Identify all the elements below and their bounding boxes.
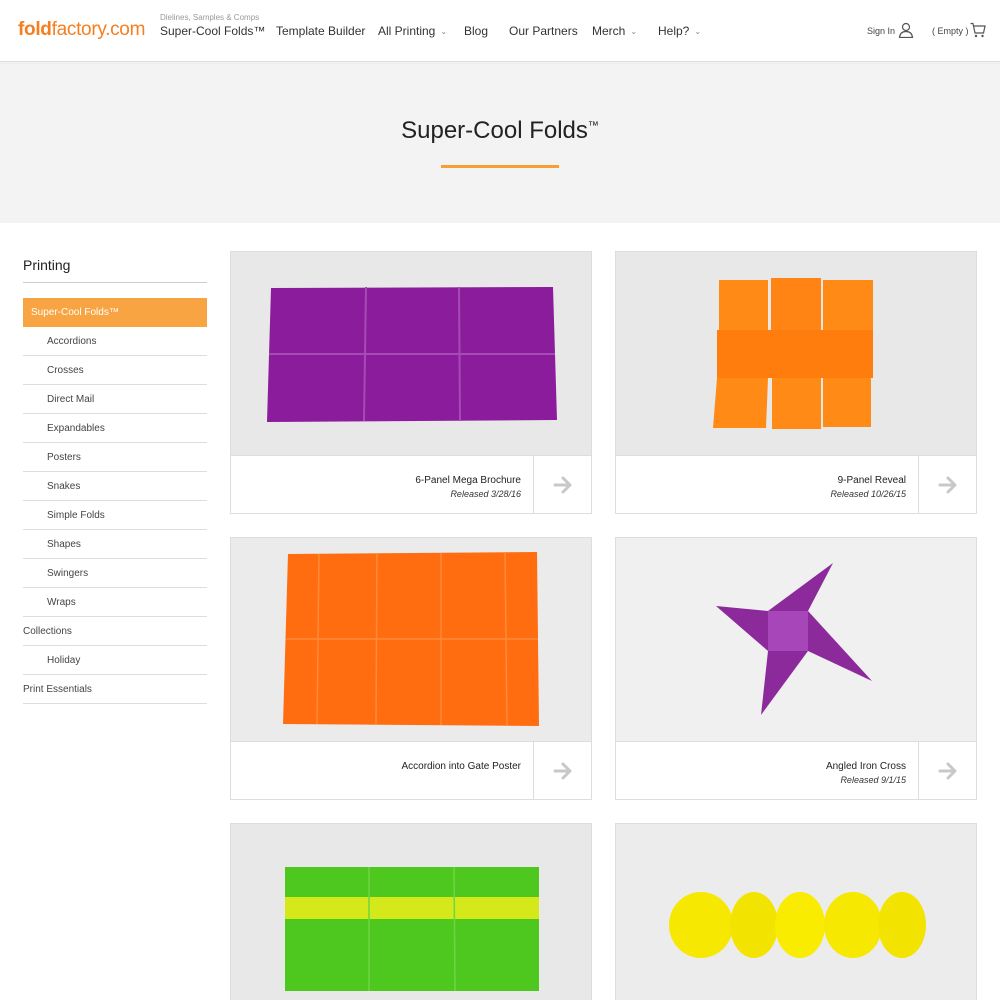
view-product-button[interactable]: [918, 455, 976, 513]
sidebar-item-label: Expandables: [47, 423, 105, 434]
sidebar-item-snakes[interactable]: Snakes: [23, 472, 207, 501]
view-product-button[interactable]: [918, 741, 976, 799]
cart-status[interactable]: ( Empty ): [932, 26, 969, 36]
arrow-right-icon: [553, 762, 572, 780]
view-product-button[interactable]: [533, 455, 591, 513]
sidebar-item-label: Snakes: [47, 481, 81, 492]
sidebar-item-label: Holiday: [47, 655, 81, 666]
green-fold-image: [231, 824, 591, 1000]
chevron-down-icon: ⌄: [694, 27, 702, 36]
product-title[interactable]: 6-Panel Mega Brochure: [415, 475, 521, 486]
nav-all-printing[interactable]: All Printing ⌄: [378, 24, 447, 38]
product-caption: Angled Iron Cross Released 9/1/15: [616, 741, 918, 799]
product-caption: 9-Panel Reveal Released 10/26/15: [616, 455, 918, 513]
cart-icon[interactable]: [970, 22, 986, 38]
sidebar-item-label: Accordions: [47, 336, 97, 347]
product-photo[interactable]: [231, 538, 591, 741]
sidebar-item-accordions[interactable]: Accordions: [23, 327, 207, 356]
sidebar-item-posters[interactable]: Posters: [23, 443, 207, 472]
nav-merch[interactable]: Merch ⌄: [592, 24, 637, 38]
product-card[interactable]: [615, 823, 977, 1000]
product-card[interactable]: 6-Panel Mega Brochure Released 3/28/16: [230, 251, 592, 514]
product-release-date: Released 3/28/16: [450, 489, 521, 499]
sidebar-item-label: Crosses: [47, 365, 84, 376]
nav-label: Blog: [464, 24, 489, 38]
purple-brochure-image: [231, 252, 591, 455]
product-card[interactable]: Accordion into Gate Poster: [230, 537, 592, 800]
site-logo[interactable]: foldfactory.com: [18, 19, 145, 41]
arrow-right-icon: [938, 762, 957, 780]
sidebar-item-label: Collections: [23, 626, 72, 637]
page-title: Super-Cool Folds™: [0, 117, 1000, 145]
sidebar-item-swingers[interactable]: Swingers: [23, 559, 207, 588]
chevron-down-icon: ⌄: [630, 27, 638, 36]
orange-poster-image: [231, 538, 591, 741]
nav-label: Template Builder: [276, 24, 366, 38]
sidebar-title: Printing: [23, 257, 71, 273]
product-card[interactable]: 9-Panel Reveal Released 10/26/15: [615, 251, 977, 514]
sidebar-item-label: Swingers: [47, 568, 89, 579]
product-release-date: Released 10/26/15: [830, 489, 906, 499]
sidebar-divider: [23, 282, 207, 283]
sidebar-item-direct-mail[interactable]: Direct Mail: [23, 385, 207, 414]
sidebar-item-wraps[interactable]: Wraps: [23, 588, 207, 617]
sidebar-item-expandables[interactable]: Expandables: [23, 414, 207, 443]
product-photo[interactable]: [616, 824, 976, 1000]
nav-label: Merch: [592, 24, 626, 38]
nav-label: Help?: [658, 24, 690, 38]
user-icon[interactable]: [898, 22, 914, 38]
yellow-snake-image: [616, 824, 976, 1000]
nav-help[interactable]: Help? ⌄: [658, 24, 701, 38]
sidebar-item-label: Simple Folds: [47, 510, 105, 521]
nav-kicker: Dielines, Samples & Comps: [160, 13, 260, 22]
orange-reveal-image: [616, 252, 976, 455]
chevron-down-icon: ⌄: [440, 27, 448, 36]
sidebar-item-collections[interactable]: Collections: [23, 617, 207, 646]
nav-template-builder[interactable]: Template Builder: [276, 24, 365, 38]
product-title[interactable]: Angled Iron Cross: [826, 761, 906, 772]
page-title-text: Super-Cool Folds: [401, 117, 588, 144]
nav-label: Super-Cool Folds™: [160, 24, 266, 38]
sidebar-item-shapes[interactable]: Shapes: [23, 530, 207, 559]
sidebar-item-simple-folds[interactable]: Simple Folds: [23, 501, 207, 530]
sidebar-item-label: Super-Cool Folds™: [31, 307, 119, 318]
arrow-right-icon: [553, 476, 572, 494]
product-photo[interactable]: [616, 252, 976, 455]
sign-in-link[interactable]: Sign In: [867, 26, 895, 36]
product-caption: Accordion into Gate Poster: [231, 741, 533, 799]
nav-label: Our Partners: [509, 24, 578, 38]
sidebar-item-crosses[interactable]: Crosses: [23, 356, 207, 385]
product-photo[interactable]: [231, 824, 591, 1000]
nav-our-partners[interactable]: Our Partners: [509, 24, 578, 38]
sidebar-item-label: Shapes: [47, 539, 81, 550]
arrow-right-icon: [938, 476, 957, 494]
product-card[interactable]: [230, 823, 592, 1000]
product-release-date: Released 9/1/15: [840, 775, 906, 785]
nav-super-cool-folds[interactable]: Super-Cool Folds™: [160, 24, 265, 38]
logo-rest-text: factory.com: [51, 19, 146, 40]
site-header: foldfactory.com Dielines, Samples & Comp…: [0, 0, 1000, 62]
view-product-button[interactable]: [533, 741, 591, 799]
sidebar-item-super-cool-folds[interactable]: Super-Cool Folds™: [23, 298, 207, 327]
page-hero: Super-Cool Folds™: [0, 63, 1000, 223]
purple-cross-image: [616, 538, 976, 741]
nav-label: All Printing: [378, 24, 436, 38]
title-underline: [441, 165, 559, 168]
sidebar-item-holiday[interactable]: Holiday: [23, 646, 207, 675]
sidebar-item-label: Direct Mail: [47, 394, 95, 405]
product-photo[interactable]: [231, 252, 591, 455]
product-title[interactable]: 9-Panel Reveal: [838, 475, 906, 486]
sidebar-item-print-essentials[interactable]: Print Essentials: [23, 675, 207, 704]
nav-blog[interactable]: Blog: [464, 24, 488, 38]
product-caption: 6-Panel Mega Brochure Released 3/28/16: [231, 455, 533, 513]
product-title[interactable]: Accordion into Gate Poster: [401, 761, 521, 772]
sidebar-item-label: Print Essentials: [23, 684, 92, 695]
sidebar-item-label: Wraps: [47, 597, 76, 608]
trademark-mark: ™: [587, 120, 599, 132]
sidebar-item-label: Posters: [47, 452, 81, 463]
product-photo[interactable]: [616, 538, 976, 741]
product-card[interactable]: Angled Iron Cross Released 9/1/15: [615, 537, 977, 800]
logo-bold-text: fold: [18, 19, 52, 40]
